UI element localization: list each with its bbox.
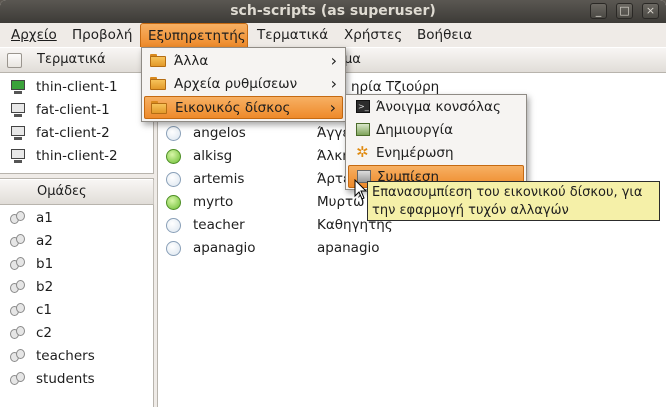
terminal-offline-icon bbox=[10, 126, 26, 140]
terminal-offline-icon bbox=[10, 103, 26, 117]
tooltip-line-1: Επανασυμπίεση του εικονικού δίσκου, για bbox=[372, 185, 643, 200]
group-name: students bbox=[36, 371, 95, 387]
folder-icon bbox=[150, 77, 166, 90]
submenu-arrow-icon: › bbox=[330, 51, 337, 70]
pane-splitter[interactable] bbox=[0, 173, 154, 179]
submenu-arrow-icon: › bbox=[330, 74, 337, 93]
menu-server[interactable]: Εξυπηρετητής bbox=[140, 23, 248, 47]
app-window: sch-scripts (as superuser) _ □ × Αρχείο … bbox=[0, 0, 666, 407]
user-username: apanagio bbox=[193, 240, 256, 256]
user-username: myrto bbox=[193, 194, 234, 210]
create-icon bbox=[356, 123, 370, 136]
tooltip: Επανασυμπίεση του εικονικού δίσκου, για … bbox=[367, 181, 660, 221]
group-row[interactable]: c1 bbox=[0, 299, 154, 322]
menu-item-label: Άνοιγμα κονσόλας bbox=[376, 99, 501, 115]
user-username: artemis bbox=[193, 171, 245, 187]
user-offline-icon bbox=[166, 241, 181, 256]
user-online-icon bbox=[166, 149, 181, 164]
group-icon bbox=[10, 257, 26, 271]
terminal-name: fat-client-2 bbox=[36, 125, 110, 141]
group-icon bbox=[10, 280, 26, 294]
group-row[interactable]: c2 bbox=[0, 322, 154, 345]
group-name: b2 bbox=[36, 279, 54, 295]
menu-item-label: Αρχεία ρυθμίσεων bbox=[174, 76, 298, 92]
group-row[interactable]: a1 bbox=[0, 207, 154, 230]
virtual-disk-submenu: >_ Άνοιγμα κονσόλας Δημιουργία ✲ Ενημέρω… bbox=[345, 94, 527, 190]
maximize-button[interactable]: □ bbox=[616, 3, 633, 19]
window-title: sch-scripts (as superuser) bbox=[230, 3, 436, 19]
server-dropdown-menu: Άλλα › Αρχεία ρυθμίσεων › Εικονικός δίσκ… bbox=[141, 47, 346, 122]
group-row[interactable]: students bbox=[0, 368, 154, 391]
group-name: teachers bbox=[36, 348, 95, 364]
user-username: alkisg bbox=[193, 148, 233, 164]
group-icon bbox=[10, 211, 26, 225]
group-icon bbox=[10, 234, 26, 248]
title-bar[interactable]: sch-scripts (as superuser) _ □ × bbox=[0, 0, 666, 23]
user-offline-icon bbox=[166, 218, 181, 233]
update-gear-icon: ✲ bbox=[356, 143, 369, 161]
group-icon bbox=[10, 326, 26, 340]
group-row[interactable]: b1 bbox=[0, 253, 154, 276]
user-offline-icon bbox=[166, 126, 181, 141]
menu-file[interactable]: Αρχείο bbox=[11, 27, 57, 43]
select-all-checkbox[interactable] bbox=[7, 53, 22, 68]
menu-item-label: Δημιουργία bbox=[376, 122, 454, 138]
group-name: c1 bbox=[36, 302, 53, 318]
group-row[interactable]: a2 bbox=[0, 230, 154, 253]
menu-item-other[interactable]: Άλλα › bbox=[144, 50, 343, 73]
group-icon bbox=[10, 303, 26, 317]
group-row[interactable]: teachers bbox=[0, 345, 154, 368]
user-fullname: ηρία Τζιούρη bbox=[351, 79, 440, 95]
terminal-online-icon bbox=[10, 80, 26, 94]
menu-item-config-files[interactable]: Αρχεία ρυθμίσεων › bbox=[144, 73, 343, 96]
group-name: b1 bbox=[36, 256, 54, 272]
menu-item-create[interactable]: Δημιουργία bbox=[348, 119, 524, 142]
menu-item-label: Ενημέρωση bbox=[376, 145, 454, 161]
menu-terminals[interactable]: Τερματικά bbox=[257, 27, 328, 43]
group-name: a2 bbox=[36, 233, 53, 249]
menu-help[interactable]: Βοήθεια bbox=[417, 27, 472, 43]
terminal-name: thin-client-1 bbox=[36, 79, 118, 95]
user-fullname: apanagio bbox=[317, 240, 380, 256]
mouse-pointer-icon bbox=[354, 179, 368, 200]
user-username: angelos bbox=[193, 125, 246, 141]
terminal-offline-icon bbox=[10, 149, 26, 163]
group-name: c2 bbox=[36, 325, 53, 341]
group-icon bbox=[10, 372, 26, 386]
terminal-row[interactable]: fat-client-1 bbox=[0, 99, 154, 122]
menu-item-open-console[interactable]: >_ Άνοιγμα κονσόλας bbox=[348, 96, 524, 119]
terminal-row[interactable]: thin-client-2 bbox=[0, 145, 154, 168]
submenu-arrow-icon: › bbox=[329, 98, 336, 117]
terminals-header-label: Τερματικά bbox=[37, 52, 106, 67]
terminal-row[interactable]: fat-client-2 bbox=[0, 122, 154, 145]
terminals-header[interactable]: Τερματικά bbox=[0, 48, 154, 73]
minimize-button[interactable]: _ bbox=[590, 3, 607, 19]
terminal-name: thin-client-2 bbox=[36, 148, 118, 164]
folder-icon bbox=[151, 101, 167, 114]
terminal-row[interactable]: thin-client-1 bbox=[0, 76, 154, 99]
menu-bar: Αρχείο Προβολή Εξυπηρετητής Τερματικά Χρ… bbox=[0, 23, 666, 47]
menu-view[interactable]: Προβολή bbox=[72, 27, 132, 43]
menu-item-label: Άλλα bbox=[174, 53, 209, 69]
tooltip-line-2: την εφαρμογή τυχόν αλλαγών bbox=[372, 203, 569, 218]
user-username: teacher bbox=[193, 217, 245, 233]
menu-item-virtual-disk[interactable]: Εικονικός δίσκος › bbox=[144, 96, 343, 119]
close-button[interactable]: × bbox=[642, 3, 659, 19]
group-name: a1 bbox=[36, 210, 53, 226]
groups-header[interactable]: Ομάδες bbox=[0, 180, 154, 205]
users-header-label: μα bbox=[344, 52, 361, 67]
menu-item-update[interactable]: ✲ Ενημέρωση bbox=[348, 142, 524, 165]
folder-icon bbox=[150, 54, 166, 67]
left-pane: Τερματικά thin-client-1 fat-client-1 fat… bbox=[0, 47, 154, 407]
terminal-name: fat-client-1 bbox=[36, 102, 110, 118]
menu-item-label: Εικονικός δίσκος bbox=[175, 100, 291, 116]
group-row[interactable]: b2 bbox=[0, 276, 154, 299]
user-online-icon bbox=[166, 195, 181, 210]
user-row[interactable]: apanagio apanagio bbox=[158, 237, 666, 260]
groups-header-label: Ομάδες bbox=[37, 184, 87, 199]
group-icon bbox=[10, 349, 26, 363]
user-offline-icon bbox=[166, 172, 181, 187]
menu-users[interactable]: Χρήστες bbox=[344, 27, 402, 43]
terminal-icon: >_ bbox=[356, 100, 370, 113]
